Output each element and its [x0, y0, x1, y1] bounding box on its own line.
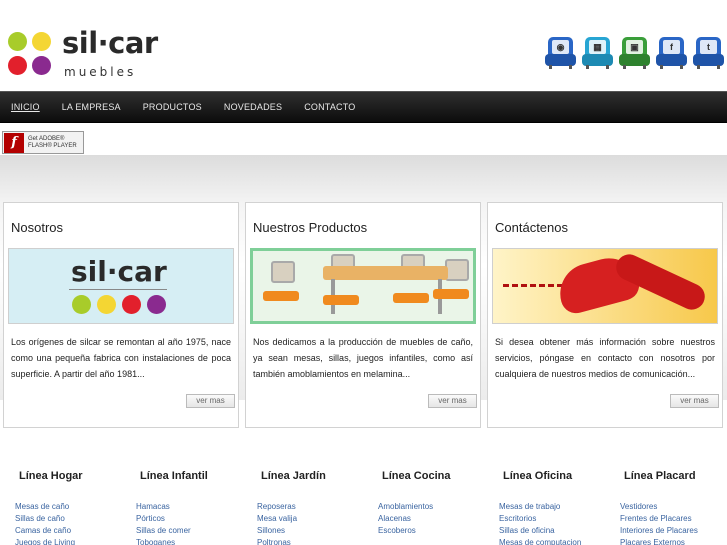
- category-infantil: Línea Infantil Hamacas Pórticos Sillas d…: [136, 458, 254, 545]
- flash-icon: f: [4, 132, 24, 153]
- chair-icon-1[interactable]: ◉: [545, 37, 576, 69]
- box-contacto: Contáctenos Si desea obtener más informa…: [487, 202, 723, 428]
- category-link[interactable]: Camas de caño: [15, 525, 133, 537]
- chair-icon-5[interactable]: t: [693, 37, 724, 69]
- category-link[interactable]: Amoblamientos: [378, 501, 496, 513]
- category-link[interactable]: Hamacas: [136, 501, 254, 513]
- category-link[interactable]: Pórticos: [136, 513, 254, 525]
- get-flash-player-badge[interactable]: f Get ADOBE® FLASH® PLAYER: [2, 131, 84, 154]
- category-link[interactable]: Mesa valija: [257, 513, 375, 525]
- image-logo-text: sil·car: [71, 255, 167, 288]
- flash-badge-text: Get ADOBE® FLASH® PLAYER: [28, 136, 77, 150]
- category-link[interactable]: Alacenas: [378, 513, 496, 525]
- logo-dot-red: [8, 56, 27, 75]
- category-link[interactable]: Sillones: [257, 525, 375, 537]
- chair-icon-3[interactable]: ▣: [619, 37, 650, 69]
- flash-line2: FLASH® PLAYER: [28, 142, 77, 149]
- category-link[interactable]: Interiores de Placares: [620, 525, 727, 537]
- box-title: Contáctenos: [495, 220, 568, 235]
- category-title: Línea Jardín: [261, 470, 326, 482]
- logo-dot-green: [8, 32, 27, 51]
- category-link[interactable]: Escritorios: [499, 513, 617, 525]
- category-link[interactable]: Poltronas: [257, 537, 375, 545]
- category-title: Línea Hogar: [19, 470, 83, 482]
- nav-item-productos[interactable]: PRODUCTOS: [143, 92, 202, 123]
- ver-mas-button[interactable]: ver mas: [428, 394, 477, 408]
- logo-dot-yellow: [32, 32, 51, 51]
- category-jardin: Línea Jardín Reposeras Mesa valija Sillo…: [257, 458, 375, 545]
- box-text: Los orígenes de silcar se remontan al añ…: [11, 337, 231, 379]
- category-oficina: Línea Oficina Mesas de trabajo Escritori…: [499, 458, 617, 545]
- category-link[interactable]: Escoberos: [378, 525, 496, 537]
- main-nav: INICIO LA EMPRESA PRODUCTOS NOVEDADES CO…: [0, 91, 727, 123]
- category-title: Línea Infantil: [140, 470, 208, 482]
- logo-tagline: muebles: [64, 65, 137, 79]
- box-title: Nuestros Productos: [253, 220, 368, 235]
- logo-dot-purple: [32, 56, 51, 75]
- category-link[interactable]: Sillas de oficina: [499, 525, 617, 537]
- category-columns: Línea Hogar Mesas de caño Sillas de caño…: [0, 458, 727, 545]
- category-link[interactable]: Mesas de caño: [15, 501, 133, 513]
- category-link[interactable]: Placares Externos: [620, 537, 727, 545]
- box-productos: Nuestros Productos Nos dedicamos a la pr…: [245, 202, 481, 428]
- category-link[interactable]: Vestidores: [620, 501, 727, 513]
- category-link[interactable]: Toboganes: [136, 537, 254, 545]
- category-link[interactable]: Reposeras: [257, 501, 375, 513]
- box-text: Nos dedicamos a la producción de muebles…: [253, 337, 473, 379]
- category-link[interactable]: Sillas de caño: [15, 513, 133, 525]
- header: sil·car muebles ◉ ▦ ▣ f t: [0, 0, 727, 90]
- box-title: Nosotros: [11, 220, 64, 235]
- box-nosotros: Nosotros sil·car Los orígenes de silcar …: [3, 202, 239, 428]
- category-cocina: Línea Cocina Amoblamientos Alacenas Esco…: [378, 458, 496, 537]
- nav-item-inicio[interactable]: INICIO: [11, 92, 40, 123]
- nav-item-contacto[interactable]: CONTACTO: [304, 92, 355, 123]
- ver-mas-button[interactable]: ver mas: [186, 394, 235, 408]
- social-icons: ◉ ▦ ▣ f t: [545, 37, 724, 69]
- category-title: Línea Oficina: [503, 470, 573, 482]
- chair-icon-4[interactable]: f: [656, 37, 687, 69]
- telephone-image: [492, 248, 718, 324]
- flash-line1: Get ADOBE®: [28, 135, 65, 142]
- furniture-image: [250, 248, 476, 324]
- category-link[interactable]: Juegos de Living: [15, 537, 133, 545]
- silcar-logo-image: sil·car: [8, 248, 234, 324]
- category-link[interactable]: Mesas de computacion: [499, 537, 617, 545]
- category-link[interactable]: Sillas de comer: [136, 525, 254, 537]
- category-placard: Línea Placard Vestidores Frentes de Plac…: [620, 458, 727, 545]
- category-title: Línea Placard: [624, 470, 696, 482]
- box-text: Si desea obtener más información sobre n…: [495, 337, 715, 379]
- category-title: Línea Cocina: [382, 470, 451, 482]
- logo-dots: [8, 32, 56, 78]
- category-link[interactable]: Mesas de trabajo: [499, 501, 617, 513]
- category-link[interactable]: Frentes de Placares: [620, 513, 727, 525]
- nav-item-la-empresa[interactable]: LA EMPRESA: [62, 92, 121, 123]
- ver-mas-button[interactable]: ver mas: [670, 394, 719, 408]
- logo-wordmark: sil·car: [62, 26, 158, 60]
- chair-icon-2[interactable]: ▦: [582, 37, 613, 69]
- nav-item-novedades[interactable]: NOVEDADES: [224, 92, 282, 123]
- site-logo[interactable]: sil·car muebles: [8, 26, 158, 82]
- category-hogar: Línea Hogar Mesas de caño Sillas de caño…: [15, 458, 133, 545]
